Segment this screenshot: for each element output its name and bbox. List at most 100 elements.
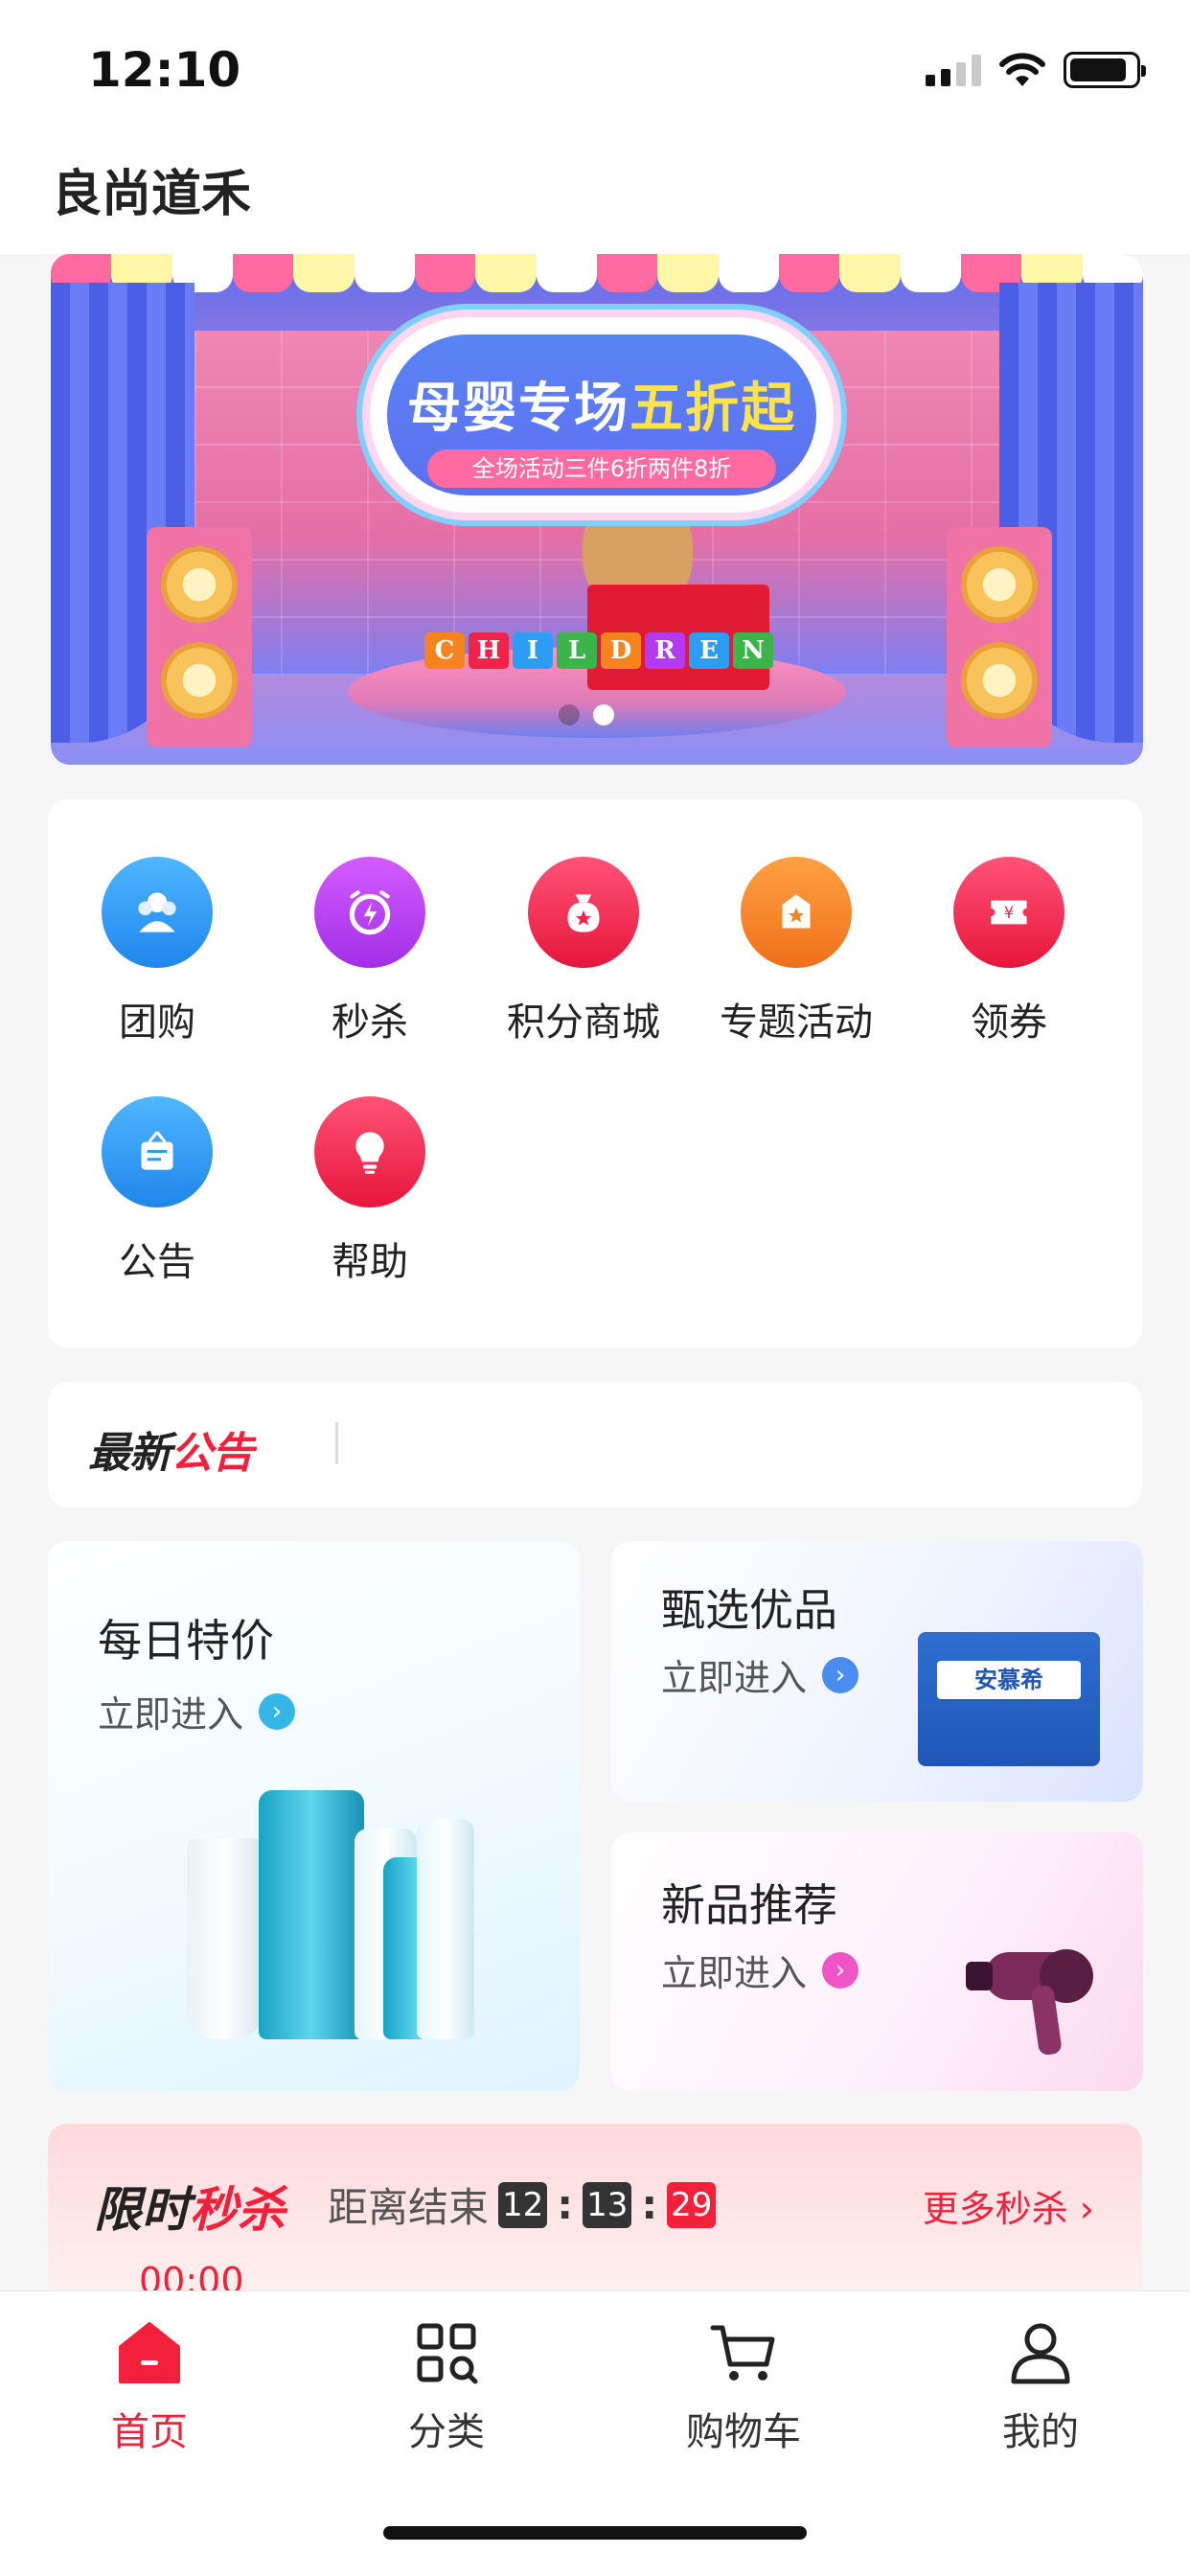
notice-title: 最新公告 [88, 1418, 254, 1480]
svg-text:¥: ¥ [1004, 904, 1015, 922]
flash-title-part2: 秒杀 [190, 2182, 286, 2238]
banner-headline-cloud: 母婴专场五折起 全场活动三件6折两件8折 [362, 310, 841, 520]
latest-notice-bar[interactable]: 最新公告 [48, 1382, 1142, 1507]
notice-title-part2: 公告 [171, 1429, 254, 1478]
grid-item-special-event[interactable]: 专题活动 [690, 857, 903, 1046]
banner-subtitle: 全场活动三件6折两件8折 [427, 449, 776, 488]
grid-label: 公告 [119, 1240, 195, 1284]
tab-category[interactable]: 分类 [351, 2318, 542, 2456]
flash-sale-countdown: 距离结束 12 : 13 : 29 [328, 2175, 717, 2234]
countdown-minutes: 13 [583, 2181, 632, 2228]
flash-sale-section: 限时秒杀 距离结束 12 : 13 : 29 更多秒杀 › 00:00 [48, 2124, 1142, 2315]
speaker-right-image [947, 527, 1052, 748]
wifi-icon [999, 53, 1045, 86]
grid-item-coupon[interactable]: ¥ 领券 [903, 857, 1115, 1046]
new-arrivals-card[interactable]: 新品推荐 立即进入 › [611, 1832, 1143, 2091]
points-mall-icon [528, 857, 639, 968]
tab-home[interactable]: 首页 [54, 2318, 245, 2456]
notice-divider [335, 1422, 338, 1464]
app-title: 良尚道禾 [52, 166, 252, 223]
grid-label: 帮助 [332, 1240, 408, 1284]
pagination-dot[interactable] [559, 704, 580, 725]
block-letter: C [424, 632, 465, 669]
profile-icon [1011, 2323, 1070, 2384]
grid-item-notice[interactable]: 公告 [51, 1096, 263, 1286]
notice-title-part1: 最新 [88, 1429, 172, 1478]
countdown-label: 距离结束 [328, 2184, 490, 2231]
home-indicator[interactable] [383, 2526, 807, 2540]
enter-label: 立即进入 [98, 1693, 244, 1736]
grid-item-flash-sale[interactable]: 秒杀 [263, 857, 476, 1046]
tab-label: 我的 [1002, 2410, 1079, 2454]
quick-entry-grid: 团购 秒杀 积分商城 专题活动 ¥ 领券 公告 帮助 [48, 799, 1142, 1348]
block-letter: D [601, 632, 641, 669]
children-blocks: C H I L D R E N [424, 632, 773, 669]
block-letter: I [513, 632, 553, 669]
daily-deals-card[interactable]: 每日特价 立即进入 › [48, 1541, 580, 2091]
tab-profile[interactable]: 我的 [945, 2318, 1136, 2456]
yogurt-brand-label: 安慕希 [937, 1661, 1081, 1699]
daily-deals-enter-link[interactable]: 立即进入 › [98, 1685, 296, 1737]
selected-goods-enter-link[interactable]: 立即进入 › [661, 1648, 859, 1701]
block-letter: H [469, 632, 509, 669]
status-time: 12:10 [88, 42, 241, 98]
grid-item-points-mall[interactable]: 积分商城 [477, 857, 690, 1046]
countdown-hours: 12 [498, 2181, 548, 2228]
grid-item-group-buy[interactable]: 团购 [51, 857, 263, 1046]
arrow-right-icon: › [822, 1951, 859, 1989]
grid-label: 领券 [971, 1000, 1047, 1045]
daily-deals-title: 每日特价 [98, 1615, 274, 1667]
selected-goods-card[interactable]: 甄选优品 立即进入 › 安慕希 [611, 1541, 1143, 1802]
help-icon [314, 1096, 425, 1208]
grid-item-help[interactable]: 帮助 [263, 1096, 476, 1286]
cart-icon [710, 2325, 775, 2380]
status-bar: 12:10 [0, 0, 1190, 144]
battery-icon [1064, 52, 1146, 88]
grid-label: 团购 [119, 1000, 195, 1045]
more-flash-sale-link[interactable]: 更多秒杀 › [923, 2179, 1094, 2232]
group-buy-icon [102, 857, 213, 968]
block-letter: L [557, 632, 597, 669]
speaker-left-image [147, 527, 252, 748]
countdown-seconds: 29 [667, 2181, 717, 2228]
coupon-icon: ¥ [953, 857, 1064, 968]
block-letter: E [689, 632, 729, 669]
grid-label: 专题活动 [720, 1000, 873, 1045]
arrow-right-icon: › [259, 1692, 296, 1730]
flash-sale-icon [314, 857, 425, 968]
cellular-signal-icon [926, 54, 981, 86]
pagination-dot-active[interactable] [593, 704, 614, 725]
banner-awning [51, 254, 1143, 292]
tab-label: 分类 [408, 2410, 485, 2454]
block-letter: R [645, 632, 685, 669]
tab-cart[interactable]: 购物车 [648, 2318, 839, 2456]
hair-dryer-image [966, 1949, 1093, 2056]
block-letter: N [733, 632, 773, 669]
yogurt-box-image: 安慕希 [918, 1632, 1100, 1766]
notice-icon [102, 1096, 213, 1208]
tab-label: 首页 [111, 2410, 188, 2454]
tab-label: 购物车 [686, 2410, 801, 2454]
arrow-right-icon: › [822, 1656, 859, 1693]
selected-goods-title: 甄选优品 [661, 1584, 837, 1636]
category-icon [417, 2323, 478, 2384]
new-arrivals-enter-link[interactable]: 立即进入 › [661, 1944, 859, 1996]
promo-banner[interactable]: C H I L D R E N 母婴专场五折起 全场活动三件6折两件8折 [51, 254, 1143, 765]
home-icon [119, 2322, 180, 2383]
banner-title-part1: 母婴专场 [407, 378, 629, 440]
grid-label: 秒杀 [332, 1000, 408, 1045]
banner-pagination [559, 704, 614, 725]
new-arrivals-title: 新品推荐 [661, 1879, 837, 1931]
grid-label: 积分商城 [507, 1000, 660, 1045]
special-event-icon [741, 857, 852, 968]
countdown-colon: : [641, 2181, 658, 2228]
enter-label: 立即进入 [661, 1952, 808, 1994]
flash-title-part1: 限时 [94, 2182, 190, 2238]
banner-title-part2: 五折起 [629, 378, 796, 440]
banner-title: 母婴专场五折起 [370, 365, 834, 443]
status-icons [926, 52, 1146, 88]
flash-sale-title: 限时秒杀 [94, 2172, 286, 2241]
skincare-bottles-image [187, 1781, 474, 2039]
enter-label: 立即进入 [661, 1657, 808, 1699]
countdown-colon: : [557, 2181, 574, 2228]
